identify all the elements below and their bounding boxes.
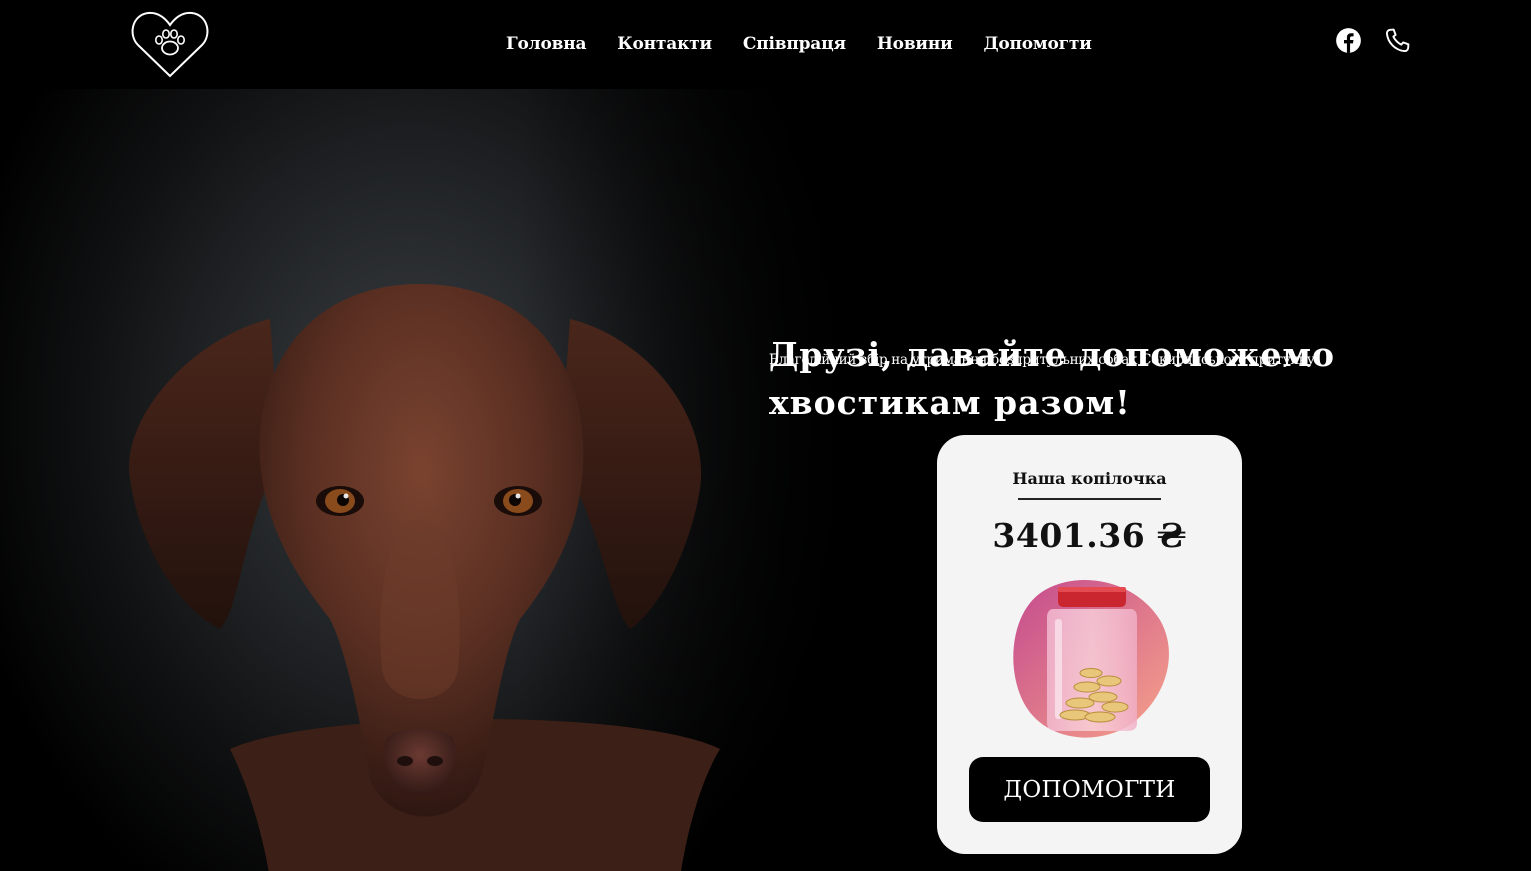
social-links — [1335, 27, 1411, 54]
main-nav: Головна Контакти Співпраця Новини Допомо… — [506, 34, 1092, 54]
headline-line-2: хвостикам разом! — [769, 383, 1131, 422]
site-header: Головна Контакти Співпраця Новини Допомо… — [0, 0, 1531, 89]
facebook-icon[interactable] — [1335, 27, 1362, 54]
donation-amount: 3401.36 ₴ — [992, 516, 1187, 555]
card-title-underline — [1018, 498, 1161, 500]
nav-item-cooperation[interactable]: Співпраця — [743, 34, 846, 54]
hero-section: Друзі, давайте допоможемо хвостикам разо… — [0, 89, 1531, 871]
nav-item-contacts[interactable]: Контакти — [617, 34, 712, 54]
hero-headline: Друзі, давайте допоможемо хвостикам разо… — [769, 331, 1369, 427]
help-button[interactable]: ДОПОМОГТИ — [969, 757, 1210, 822]
card-title: Наша копілочка — [1012, 469, 1167, 488]
heart-paw-icon[interactable] — [130, 9, 210, 79]
coin-jar-illustration — [1013, 580, 1169, 738]
brown-dog-portrait — [129, 284, 720, 871]
hero-subtitle: Благодійний збір на утримання безпритуль… — [769, 352, 1319, 368]
nav-item-news[interactable]: Новини — [877, 34, 953, 54]
nav-item-help[interactable]: Допомогти — [984, 34, 1092, 54]
phone-icon[interactable] — [1384, 27, 1411, 54]
nav-item-home[interactable]: Головна — [506, 34, 586, 54]
